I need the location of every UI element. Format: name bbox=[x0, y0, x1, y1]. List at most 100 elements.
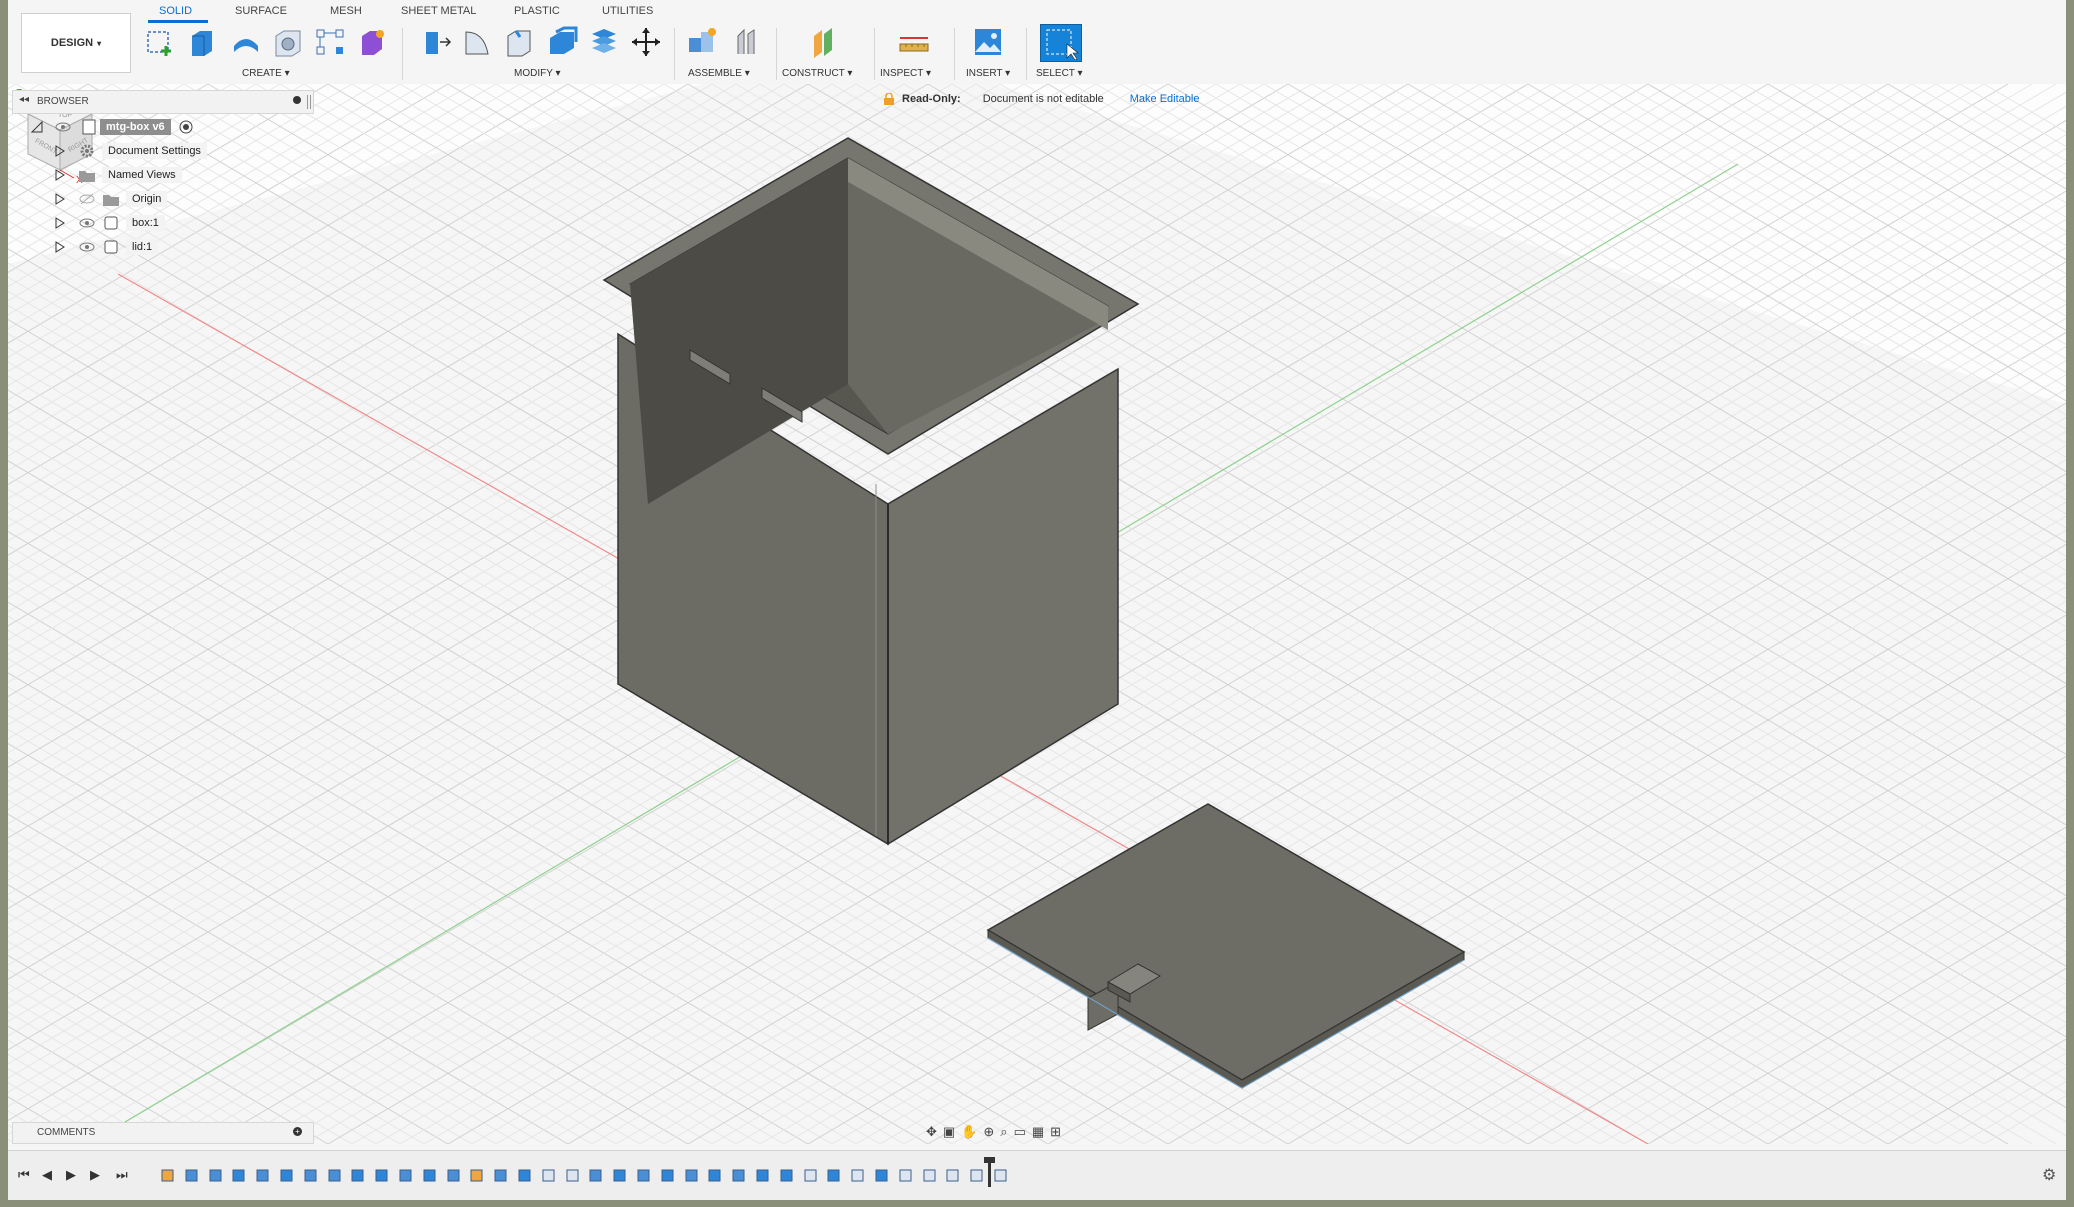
tab-surface[interactable]: SURFACE bbox=[235, 5, 287, 17]
go-to-end-icon[interactable]: ⏭ bbox=[116, 1167, 128, 1183]
eye-icon[interactable] bbox=[78, 216, 96, 230]
step-back-icon[interactable]: ◀ bbox=[42, 1167, 52, 1183]
3d-viewport[interactable]: TOP FRONT RIGHT Z X bbox=[8, 84, 2066, 1144]
viewports-icon[interactable]: ⊞ bbox=[1050, 1124, 1061, 1140]
timeline-feature-icon[interactable] bbox=[255, 1167, 271, 1183]
revolve-button[interactable] bbox=[230, 26, 262, 58]
add-comment-icon[interactable]: + bbox=[293, 1127, 302, 1136]
modify-menu[interactable]: MODIFY ▾ bbox=[514, 68, 561, 79]
make-editable-link[interactable]: Make Editable bbox=[1130, 93, 1200, 105]
extrude-button[interactable] bbox=[186, 26, 218, 58]
press-pull-button[interactable] bbox=[420, 26, 452, 58]
timeline-feature-icon[interactable] bbox=[969, 1167, 985, 1183]
orbit-icon[interactable]: ✥ bbox=[926, 1124, 937, 1140]
assemble-menu[interactable]: ASSEMBLE ▾ bbox=[688, 68, 750, 79]
create-form-button[interactable] bbox=[356, 26, 388, 58]
timeline-feature-icon[interactable] bbox=[707, 1167, 723, 1183]
timeline-feature-icon[interactable] bbox=[731, 1167, 747, 1183]
timeline-feature-icon[interactable] bbox=[446, 1167, 462, 1183]
timeline-feature-icon[interactable] bbox=[422, 1167, 438, 1183]
timeline-feature-icon[interactable] bbox=[922, 1167, 938, 1183]
expand-triangle-icon[interactable] bbox=[54, 192, 66, 206]
workspace-switcher[interactable]: DESIGN ▾ bbox=[21, 13, 131, 73]
go-to-start-icon[interactable]: ⏮ bbox=[18, 1167, 30, 1183]
browser-root-row[interactable]: mtg-box v6 bbox=[30, 117, 193, 137]
timeline-feature-icon[interactable] bbox=[398, 1167, 414, 1183]
play-icon[interactable]: ▶ bbox=[66, 1167, 76, 1183]
pattern-button[interactable] bbox=[314, 26, 346, 58]
fillet-button[interactable] bbox=[462, 26, 494, 58]
pan-icon[interactable]: ✋ bbox=[961, 1124, 977, 1140]
collapse-panel-icon[interactable]: ◂◂ bbox=[19, 94, 29, 105]
browser-item-named-views[interactable]: Named Views bbox=[54, 165, 182, 185]
expanded-triangle-icon[interactable] bbox=[30, 120, 44, 134]
measure-button[interactable] bbox=[898, 26, 930, 58]
combine-button[interactable] bbox=[588, 26, 620, 58]
viewport-canvas[interactable] bbox=[8, 84, 2066, 1144]
timeline-feature-icon[interactable] bbox=[184, 1167, 200, 1183]
construct-menu[interactable]: CONSTRUCT ▾ bbox=[782, 68, 852, 79]
timeline-feature-icon[interactable] bbox=[803, 1167, 819, 1183]
chamfer-button[interactable] bbox=[504, 26, 536, 58]
timeline-feature-icon[interactable] bbox=[612, 1167, 628, 1183]
timeline-feature-icon[interactable] bbox=[636, 1167, 652, 1183]
zoom-icon[interactable]: ⊕ bbox=[983, 1124, 994, 1140]
timeline-feature-icon[interactable] bbox=[469, 1167, 485, 1183]
insert-menu[interactable]: INSERT ▾ bbox=[966, 68, 1010, 79]
display-settings-icon[interactable]: ▭ bbox=[1014, 1124, 1026, 1140]
timeline-feature-icon[interactable] bbox=[874, 1167, 890, 1183]
expand-triangle-icon[interactable] bbox=[54, 240, 66, 254]
tab-mesh[interactable]: MESH bbox=[330, 5, 362, 17]
panel-grip[interactable] bbox=[307, 95, 311, 109]
timeline-feature-icon[interactable] bbox=[660, 1167, 676, 1183]
timeline-feature-icon[interactable] bbox=[826, 1167, 842, 1183]
tab-plastic[interactable]: PLASTIC bbox=[514, 5, 560, 17]
create-menu[interactable]: CREATE ▾ bbox=[242, 68, 290, 79]
move-copy-button[interactable] bbox=[630, 26, 662, 58]
timeline-feature-icon[interactable] bbox=[588, 1167, 604, 1183]
document-name[interactable]: mtg-box v6 bbox=[100, 119, 171, 135]
eye-icon[interactable] bbox=[78, 240, 96, 254]
create-sketch-button[interactable] bbox=[144, 26, 176, 58]
timeline-feature-icon[interactable] bbox=[327, 1167, 343, 1183]
joint-button[interactable] bbox=[730, 26, 762, 58]
timeline-settings-gear-icon[interactable]: ⚙ bbox=[2042, 1165, 2056, 1185]
timeline-feature-icon[interactable] bbox=[565, 1167, 581, 1183]
offset-plane-button[interactable] bbox=[808, 26, 840, 58]
fit-icon[interactable]: ⌕ bbox=[1000, 1124, 1007, 1140]
step-forward-icon[interactable]: ▶ bbox=[90, 1167, 100, 1183]
select-menu[interactable]: SELECT ▾ bbox=[1036, 68, 1083, 79]
new-component-button[interactable] bbox=[686, 26, 718, 58]
timeline-feature-icon[interactable] bbox=[779, 1167, 795, 1183]
timeline-feature-icon[interactable] bbox=[517, 1167, 533, 1183]
timeline-feature-icon[interactable] bbox=[279, 1167, 295, 1183]
tab-utilities[interactable]: UTILITIES bbox=[602, 5, 653, 17]
timeline-feature-icon[interactable] bbox=[350, 1167, 366, 1183]
browser-item-document-settings[interactable]: Document Settings bbox=[54, 141, 207, 161]
shell-button[interactable] bbox=[546, 26, 578, 58]
timeline-feature-icon[interactable] bbox=[160, 1167, 176, 1183]
expand-triangle-icon[interactable] bbox=[54, 168, 66, 182]
browser-item-origin[interactable]: Origin bbox=[54, 189, 168, 209]
inspect-menu[interactable]: INSPECT ▾ bbox=[880, 68, 931, 79]
timeline-feature-icon[interactable] bbox=[755, 1167, 771, 1183]
eye-hidden-icon[interactable] bbox=[78, 192, 96, 206]
eye-icon[interactable] bbox=[54, 120, 72, 134]
timeline-feature-icon[interactable] bbox=[303, 1167, 319, 1183]
tab-solid[interactable]: SOLID bbox=[159, 5, 192, 17]
timeline-marker[interactable] bbox=[984, 1157, 995, 1187]
timeline-feature-icon[interactable] bbox=[231, 1167, 247, 1183]
hole-button[interactable] bbox=[272, 26, 304, 58]
browser-item-lid[interactable]: lid:1 bbox=[54, 237, 159, 257]
timeline-feature-icon[interactable] bbox=[208, 1167, 224, 1183]
timeline-feature-icon[interactable] bbox=[945, 1167, 961, 1183]
timeline-feature-icon[interactable] bbox=[684, 1167, 700, 1183]
activate-radio-icon[interactable] bbox=[179, 120, 193, 134]
timeline-feature-icon[interactable] bbox=[898, 1167, 914, 1183]
select-button[interactable] bbox=[1040, 24, 1082, 62]
grid-settings-icon[interactable]: ▦ bbox=[1032, 1124, 1044, 1140]
look-at-icon[interactable]: ▣ bbox=[943, 1124, 955, 1140]
timeline-feature-icon[interactable] bbox=[493, 1167, 509, 1183]
browser-item-box[interactable]: box:1 bbox=[54, 213, 165, 233]
timeline-feature-icon[interactable] bbox=[850, 1167, 866, 1183]
